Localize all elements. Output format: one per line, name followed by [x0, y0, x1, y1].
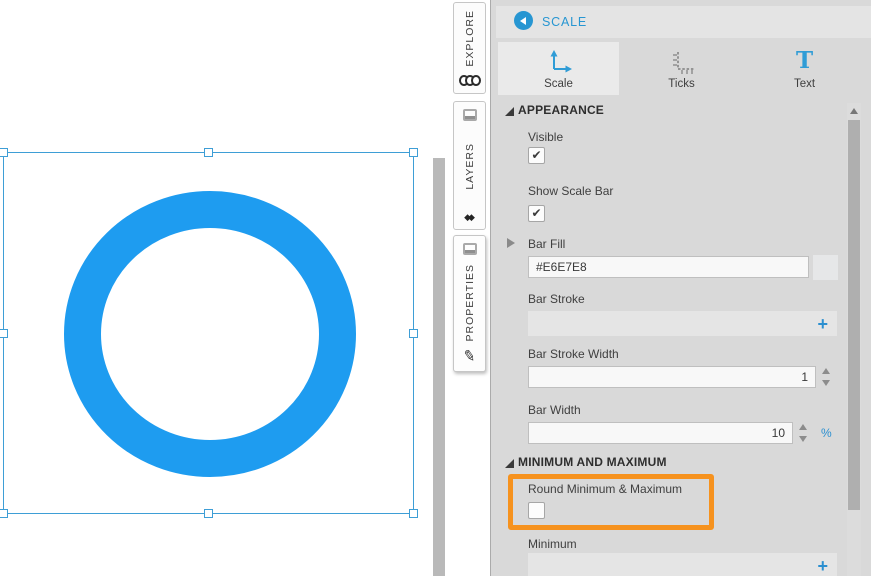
canvas-scrollbar-thumb[interactable] [433, 158, 445, 576]
round-min-max-label: Round Minimum & Maximum [528, 482, 682, 496]
collapse-triangle-icon[interactable] [505, 459, 514, 468]
selection-handle-bottom-middle[interactable] [204, 509, 213, 518]
collapse-triangle-icon[interactable] [505, 107, 514, 116]
bar-stroke-width-label: Bar Stroke Width [528, 347, 619, 361]
panel-header: SCALE [496, 6, 871, 38]
tab-ticks[interactable]: Ticks [621, 42, 742, 95]
ticks-axis-icon [667, 47, 697, 75]
pencil-icon: ✎ [462, 349, 477, 365]
selection-handle-top-right[interactable] [409, 148, 418, 157]
bar-width-input[interactable] [528, 422, 793, 444]
panel-scrollbar-thumb[interactable] [848, 120, 860, 510]
stepper-down-icon[interactable] [819, 377, 834, 388]
sidebar-tab-layers[interactable]: LAYERS ◆◆ [453, 101, 486, 230]
add-bar-stroke-button[interactable]: + [817, 315, 828, 333]
bar-width-stepper [796, 422, 811, 444]
tab-ticks-label: Ticks [668, 78, 694, 90]
section-appearance-title[interactable]: APPEARANCE [518, 103, 604, 117]
back-button[interactable] [514, 11, 533, 30]
bar-fill-color-swatch[interactable] [813, 255, 838, 280]
selection-handle-top-left[interactable] [0, 148, 8, 157]
tab-scale[interactable]: Scale [498, 42, 619, 95]
explore-tab-label: EXPLORE [464, 10, 476, 67]
sidebar-tab-properties[interactable]: PROPERTIES ✎ [453, 235, 486, 372]
add-minimum-button[interactable]: + [817, 557, 828, 575]
stepper-up-icon[interactable] [819, 366, 834, 377]
properties-panel: SCALE Scale [490, 0, 871, 576]
bar-stroke-width-stepper [819, 366, 834, 388]
scale-axis-icon [545, 47, 573, 75]
check-icon: ✔ [531, 206, 541, 221]
selection-handle-middle-left[interactable] [0, 329, 8, 338]
visible-checkbox[interactable]: ✔ [528, 147, 545, 164]
back-icon [520, 17, 526, 25]
bar-stroke-label: Bar Stroke [528, 292, 585, 306]
bar-fill-input[interactable] [528, 256, 809, 278]
panel-scrollbar[interactable] [847, 103, 861, 576]
side-tabstrip: EXPLORE LAYERS ◆◆ PROPERTIES ✎ [452, 0, 490, 576]
bar-stroke-field[interactable]: + [528, 311, 837, 336]
selection-bounding-box [3, 152, 414, 514]
tab-text-label: Text [794, 78, 815, 90]
show-scale-bar-label: Show Scale Bar [528, 184, 613, 198]
stepper-down-icon[interactable] [796, 433, 811, 444]
tab-text[interactable]: T Text [744, 42, 865, 95]
visible-label: Visible [528, 130, 563, 144]
selection-handle-top-middle[interactable] [204, 148, 213, 157]
layers-diamonds-icon: ◆◆ [464, 212, 475, 222]
check-icon: ✔ [531, 148, 541, 163]
minimum-label: Minimum [528, 537, 577, 551]
panel-title: SCALE [542, 15, 587, 29]
explore-reel-icon [459, 75, 481, 86]
section-minmax-title[interactable]: MINIMUM AND MAXIMUM [518, 455, 667, 469]
selection-handle-bottom-right[interactable] [409, 509, 418, 518]
scrollbar-up-arrow-icon[interactable] [847, 103, 861, 119]
round-min-max-checkbox[interactable] [528, 502, 545, 519]
selection-handle-middle-right[interactable] [409, 329, 418, 338]
bar-width-unit: % [821, 426, 832, 440]
bar-fill-label: Bar Fill [528, 237, 565, 251]
expand-triangle-icon[interactable] [507, 238, 515, 248]
gauge-designer-app: EXPLORE LAYERS ◆◆ PROPERTIES ✎ SCALE [0, 0, 871, 576]
design-canvas[interactable] [0, 0, 490, 576]
text-icon: T [796, 49, 813, 73]
minimum-field[interactable]: + [528, 553, 837, 576]
layers-tab-label: LAYERS [464, 143, 476, 190]
bar-width-label: Bar Width [528, 403, 581, 417]
selection-handle-bottom-left[interactable] [0, 509, 8, 518]
window-icon [463, 109, 477, 121]
sidebar-tab-explore[interactable]: EXPLORE [453, 2, 486, 94]
properties-tab-label: PROPERTIES [464, 264, 476, 342]
show-scale-bar-checkbox[interactable]: ✔ [528, 205, 545, 222]
stepper-up-icon[interactable] [796, 422, 811, 433]
window-icon [463, 243, 477, 255]
tab-scale-label: Scale [544, 78, 573, 90]
bar-stroke-width-input[interactable] [528, 366, 816, 388]
